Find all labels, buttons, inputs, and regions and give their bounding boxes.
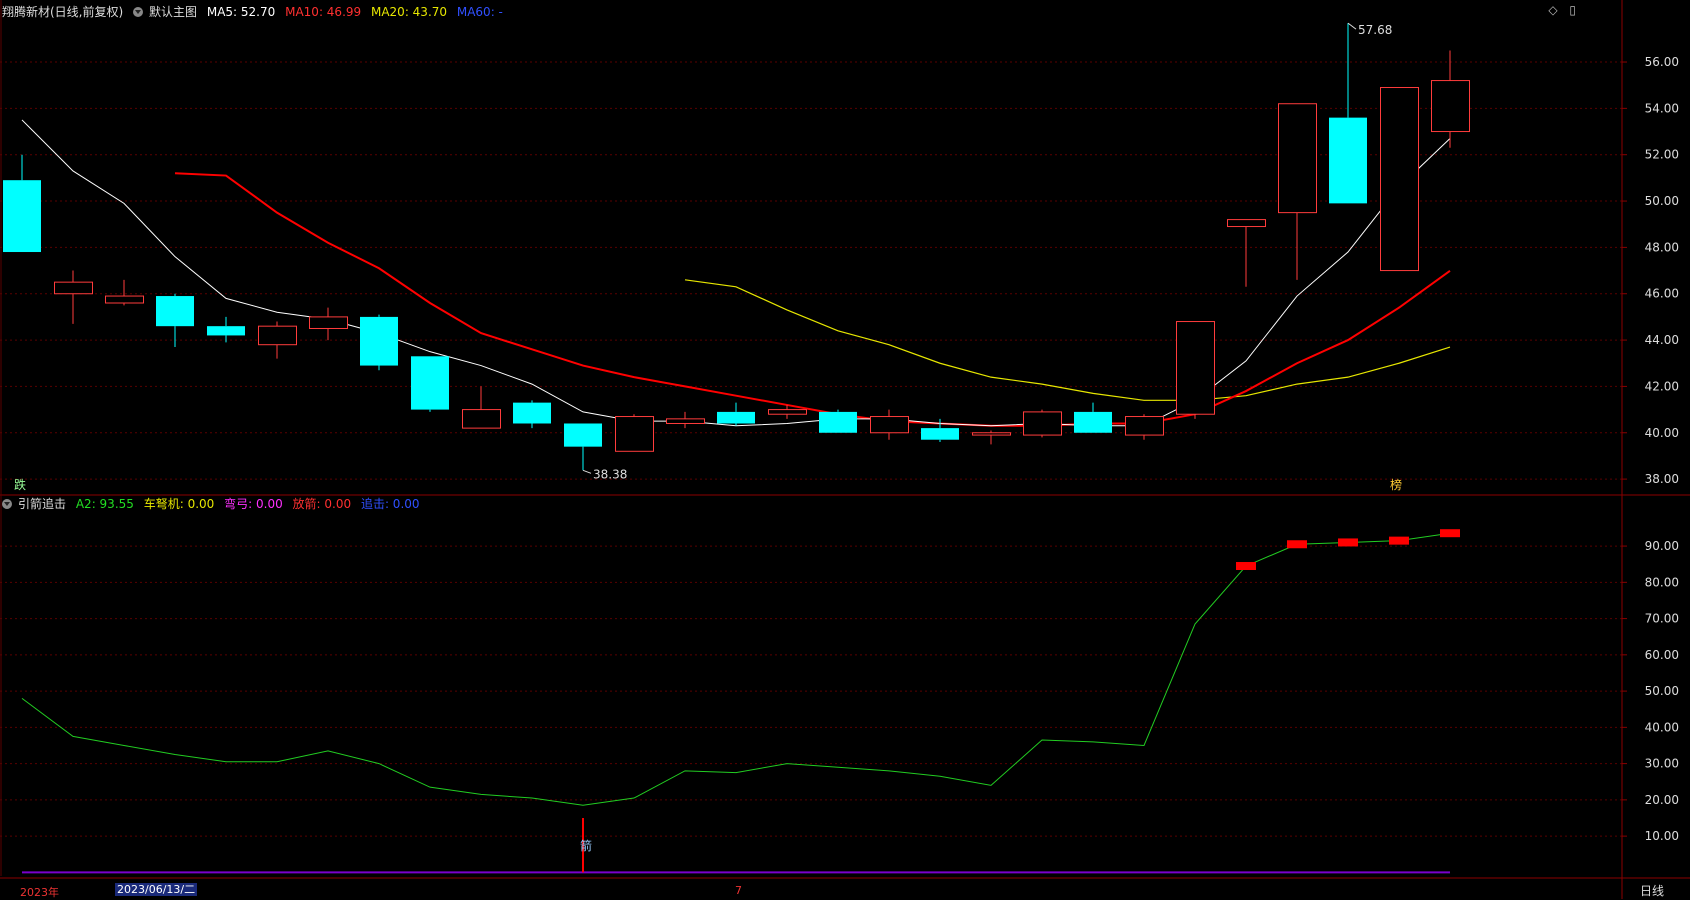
candle-body-up bbox=[309, 316, 348, 329]
candle-body-up bbox=[615, 416, 654, 452]
candlestick-series: 57.68 38.38 bbox=[3, 22, 1470, 481]
price-tick-label: 48.00 bbox=[1645, 240, 1679, 254]
a2-signal-bar bbox=[1389, 536, 1409, 545]
bang-mark: 榜 bbox=[1390, 478, 1403, 492]
indicator-tick-label: 30.00 bbox=[1645, 757, 1679, 771]
indicator-tick-label: 60.00 bbox=[1645, 648, 1679, 662]
indicator-tick-label: 40.00 bbox=[1645, 720, 1679, 734]
diamond-icon[interactable]: ◇ bbox=[1548, 3, 1557, 17]
candle-body-down bbox=[3, 180, 41, 253]
candle-body-down bbox=[1074, 411, 1112, 433]
indicator-name[interactable]: 引箭追击 bbox=[18, 497, 66, 511]
window-icon[interactable]: ▯ bbox=[1569, 3, 1576, 17]
ma10-line bbox=[174, 172, 1451, 427]
template-name[interactable]: 默认主图 bbox=[149, 5, 197, 19]
indicator-tick-label: 20.00 bbox=[1645, 793, 1679, 807]
price-tick-label: 38.00 bbox=[1645, 472, 1679, 486]
price-tick-label: 40.00 bbox=[1645, 426, 1679, 440]
date-cursor-label: 2023/06/13/二 bbox=[115, 883, 198, 896]
candle-body-up bbox=[1380, 87, 1419, 272]
indicator-tick-label: 70.00 bbox=[1645, 612, 1679, 626]
price-tick-label: 46.00 bbox=[1645, 287, 1679, 301]
sub-indicator-axis: 10.00 20.00 30.00 40.00 50.00 60.00 70.00 80.00… bbox=[1622, 539, 1679, 843]
indicator-tick-label: 80.00 bbox=[1645, 575, 1679, 589]
fangjian-label: 放箭: 0.00 bbox=[292, 497, 352, 511]
main-chart-header: 翔腾新材(日线,前复权) 默认主图 MA5: 52.70 MA10: 46.99… bbox=[2, 3, 509, 20]
a2-indicator-series bbox=[21, 529, 1460, 874]
candle-body-down bbox=[207, 326, 245, 336]
ma10-label: MA10: 46.99 bbox=[285, 5, 362, 19]
che-label: 车弩机: 0.00 bbox=[143, 497, 215, 511]
sub-chart-header: 引箭追击 A2: 93.55 车弩机: 0.00 弯弓: 0.00 放箭: 0.… bbox=[2, 495, 426, 512]
a2-signal-bar bbox=[1287, 540, 1307, 549]
high-pointer bbox=[1347, 22, 1357, 30]
ma5-line bbox=[21, 119, 1451, 427]
ma5-label: MA5: 52.70 bbox=[206, 5, 276, 19]
main-price-axis: 38.00 40.00 42.00 44.00 46.00 48.00 50.00 52.00… bbox=[1622, 55, 1679, 486]
sub-grid bbox=[0, 545, 1622, 837]
price-tick-label: 56.00 bbox=[1645, 55, 1679, 69]
die-mark: 跌 bbox=[14, 478, 27, 492]
price-tick-label: 54.00 bbox=[1645, 101, 1679, 115]
dropdown-icon[interactable] bbox=[133, 6, 144, 17]
price-tick-label: 42.00 bbox=[1645, 379, 1679, 393]
price-tick-label: 50.00 bbox=[1645, 194, 1679, 208]
period-label[interactable]: 日线 bbox=[1640, 882, 1664, 899]
a2-label: A2: 93.55 bbox=[75, 497, 134, 511]
candle-body-up bbox=[105, 295, 144, 304]
toolbar-icons: ◇ ▯ bbox=[1540, 3, 1576, 17]
a2-signal-bar bbox=[1338, 538, 1358, 547]
stock-title[interactable]: 翔腾新材(日线,前复权) bbox=[2, 5, 123, 19]
candle-body-down bbox=[819, 411, 857, 433]
dropdown-icon[interactable] bbox=[2, 498, 12, 509]
moving-average-lines bbox=[21, 119, 1451, 427]
candle-body-down bbox=[360, 316, 398, 366]
ma60-label: MA60: - bbox=[456, 5, 503, 19]
candle-body-up bbox=[1176, 321, 1215, 415]
candle-body-up bbox=[1278, 103, 1317, 214]
qigong-label: 弯弓: 0.00 bbox=[224, 497, 283, 511]
candle-body-down bbox=[1329, 117, 1367, 204]
month-label: 7 bbox=[735, 884, 742, 897]
indicator-tick-label: 10.00 bbox=[1645, 829, 1679, 843]
candle-body-up bbox=[462, 409, 501, 429]
a2-signal-bar bbox=[1236, 562, 1256, 571]
candle-body-up bbox=[1023, 411, 1062, 436]
main-grid bbox=[0, 61, 1622, 480]
candle-body-up bbox=[1431, 80, 1470, 133]
low-pointer bbox=[582, 469, 592, 474]
candle-body-down bbox=[717, 411, 755, 424]
candle-body-up bbox=[768, 409, 807, 415]
high-price-label: 57.68 bbox=[1358, 23, 1392, 37]
price-tick-label: 44.00 bbox=[1645, 333, 1679, 347]
zhuiji-label: 追击: 0.00 bbox=[360, 497, 420, 511]
a2-line bbox=[21, 532, 1451, 806]
price-tick-label: 52.00 bbox=[1645, 148, 1679, 162]
year-label: 2023年 bbox=[20, 886, 59, 899]
chart-canvas[interactable]: 38.00 40.00 42.00 44.00 46.00 48.00 50.00 52.00… bbox=[0, 0, 1690, 899]
candle-body-down bbox=[513, 402, 551, 424]
candle-body-up bbox=[972, 432, 1011, 436]
candle-body-up bbox=[1125, 416, 1164, 436]
candle-body-down bbox=[156, 296, 194, 327]
candle-body-down bbox=[411, 356, 449, 410]
candle-body-down bbox=[564, 423, 602, 447]
candle-body-down bbox=[921, 428, 959, 440]
a2-signal-bar bbox=[1440, 529, 1460, 538]
jian-mark: 箭 bbox=[580, 839, 593, 853]
candle-body-up bbox=[870, 416, 909, 434]
candle-body-up bbox=[258, 325, 297, 346]
candle-body-up bbox=[666, 418, 705, 424]
indicator-tick-label: 90.00 bbox=[1645, 539, 1679, 553]
candle-body-up bbox=[54, 281, 93, 295]
indicator-tick-label: 50.00 bbox=[1645, 684, 1679, 698]
low-price-label: 38.38 bbox=[593, 467, 627, 481]
candle-body-up bbox=[1227, 219, 1266, 228]
chart-frame bbox=[0, 0, 1690, 899]
ma20-label: MA20: 43.70 bbox=[370, 5, 448, 19]
